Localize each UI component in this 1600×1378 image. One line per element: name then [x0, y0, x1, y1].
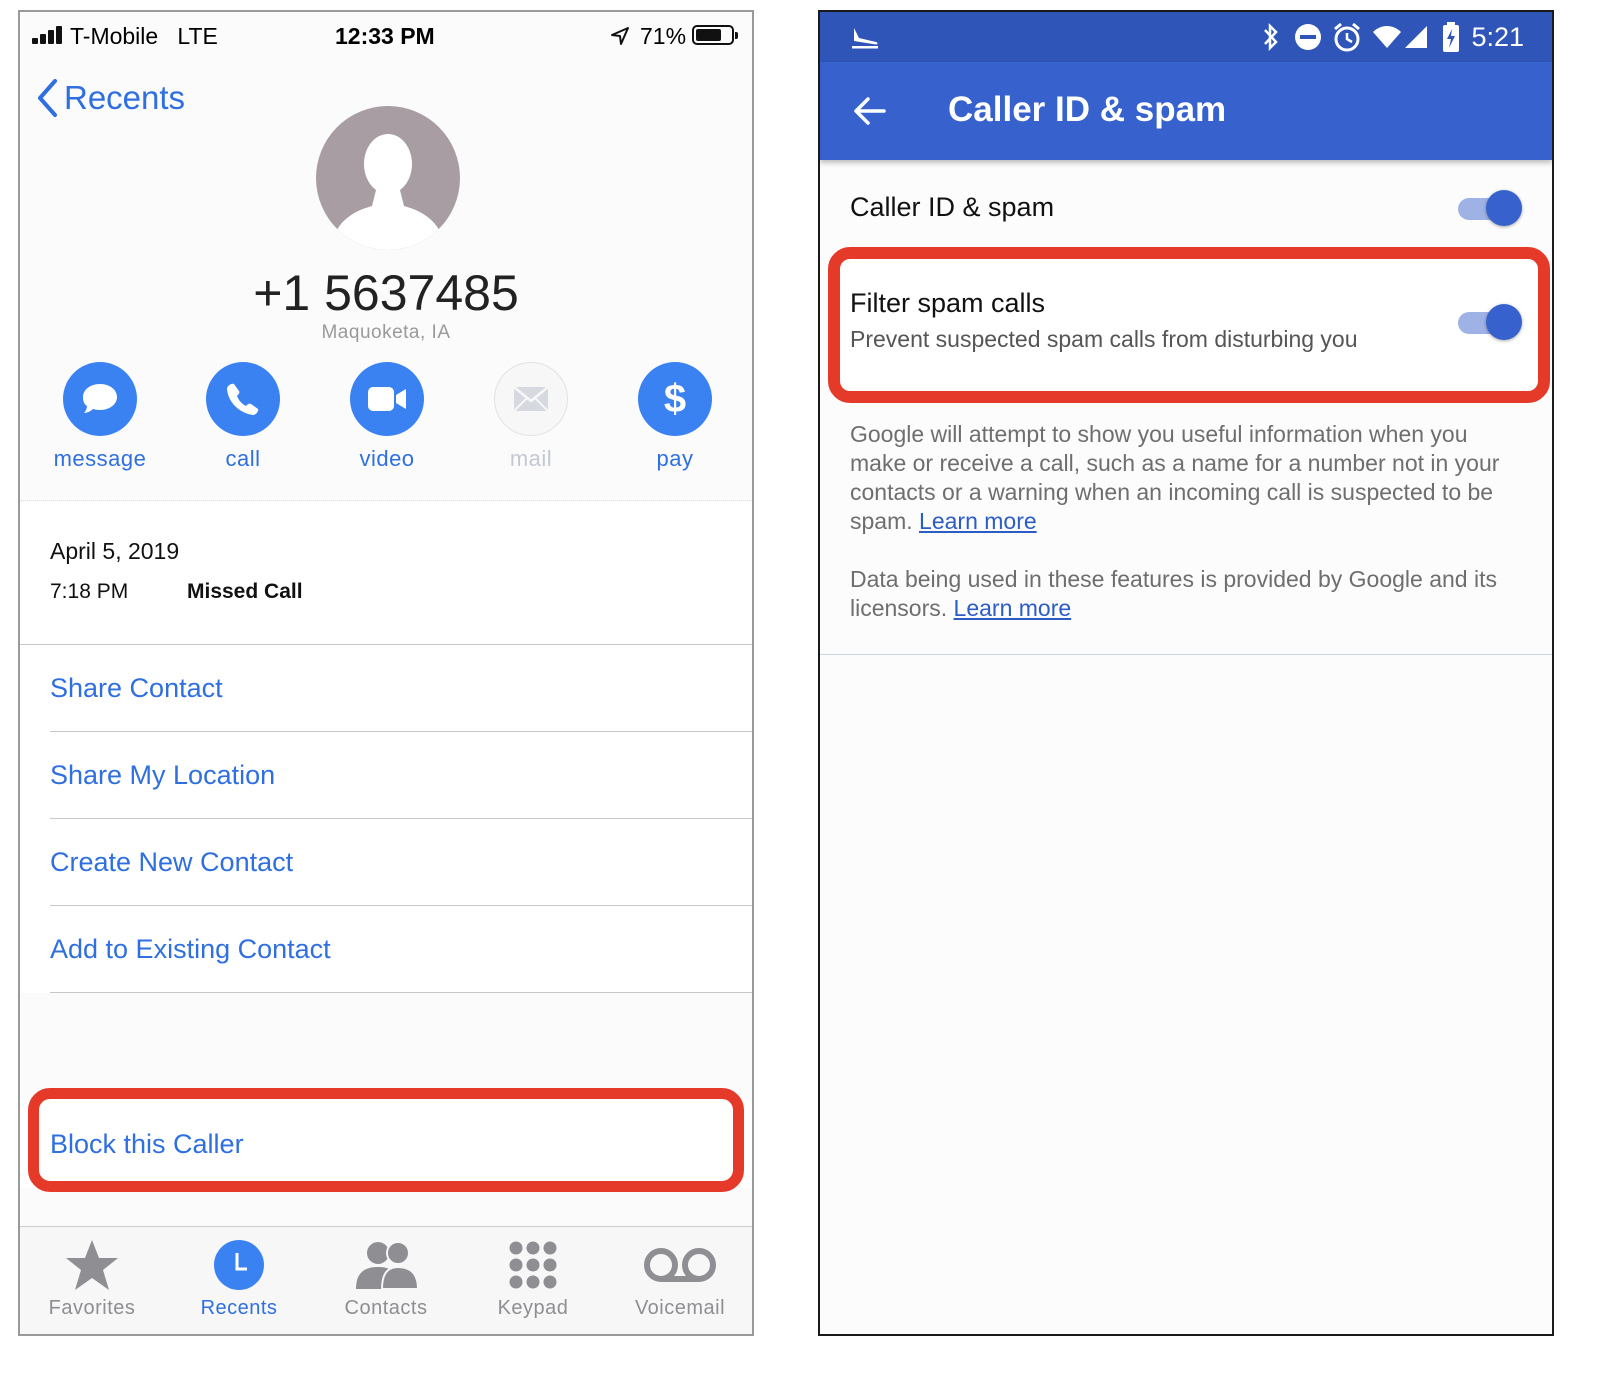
app-bar: Caller ID & spam	[820, 62, 1552, 160]
alarm-icon	[1334, 22, 1360, 52]
caller-id-toggle[interactable]	[1458, 188, 1522, 228]
tab-favorites[interactable]: Favorites	[32, 1235, 152, 1320]
battery-icon	[692, 25, 738, 45]
mail-label: mail	[509, 446, 553, 471]
contacts-icon	[356, 1241, 420, 1290]
tab-label: Favorites	[48, 1297, 136, 1319]
back-arrow-icon[interactable]	[850, 91, 890, 131]
contact-avatar	[316, 106, 460, 250]
create-new-contact-button[interactable]: Create New Contact	[20, 819, 752, 906]
message-icon	[63, 362, 137, 436]
ios-phone-screen: T-Mobile LTE 12:33 PM 71% Recents +1 563…	[18, 10, 754, 1336]
tab-contacts[interactable]: Contacts	[326, 1235, 446, 1320]
ios-tab-bar: Favorites Recents Contacts Keypad Voicem…	[20, 1226, 752, 1334]
bluetooth-icon	[1264, 23, 1278, 51]
back-to-recents-button[interactable]: Recents	[36, 76, 185, 120]
filter-spam-toggle[interactable]	[1458, 302, 1522, 342]
filter-spam-setting-row[interactable]: Filter spam calls Prevent suspected spam…	[838, 260, 1538, 390]
add-to-existing-contact-button[interactable]: Add to Existing Contact	[20, 906, 752, 993]
pay-label: pay	[656, 446, 694, 471]
tab-recents[interactable]: Recents	[179, 1235, 299, 1320]
call-action-button[interactable]: call	[188, 362, 298, 472]
divider	[20, 500, 752, 501]
video-icon	[350, 362, 424, 436]
person-silhouette-icon	[330, 134, 446, 250]
phone-icon	[206, 362, 280, 436]
carrier-label: T-Mobile LTE	[70, 23, 218, 49]
message-label: message	[53, 446, 147, 471]
share-contact-button[interactable]: Share Contact	[20, 644, 752, 732]
call-time: 7:18 PM	[50, 580, 129, 603]
signal-icon	[32, 26, 66, 44]
android-status-bar: 5:21	[820, 12, 1552, 62]
back-label: Recents	[64, 79, 186, 116]
block-caller-button[interactable]: Block this Caller	[20, 1100, 752, 1188]
call-label: call	[225, 446, 261, 471]
contact-phone-number: +1 5637485	[253, 265, 519, 321]
video-label: video	[359, 446, 415, 471]
tab-label: Contacts	[344, 1297, 428, 1319]
call-type: Missed Call	[187, 580, 303, 603]
filter-spam-subtitle: Prevent suspected spam calls from distur…	[850, 326, 1358, 352]
airplane-landing-icon	[852, 28, 878, 49]
do-not-disturb-icon	[1295, 24, 1321, 50]
star-icon	[66, 1240, 118, 1290]
mail-action-button[interactable]: mail	[476, 362, 586, 472]
share-my-location-button[interactable]: Share My Location	[20, 732, 752, 819]
call-history-card: April 5, 2019 7:18 PM Missed Call	[20, 502, 752, 644]
caller-id-label: Caller ID & spam	[850, 192, 1055, 222]
contact-location: Maquoketa, IA	[321, 322, 451, 343]
learn-more-link[interactable]: Learn more	[954, 595, 1072, 621]
caller-id-setting-row[interactable]: Caller ID & spam	[820, 162, 1552, 254]
tab-label: Recents	[200, 1297, 278, 1319]
tab-label: Keypad	[497, 1297, 569, 1319]
pay-action-button[interactable]: $ pay	[620, 362, 730, 472]
android-settings-screen: 5:21 Caller ID & spam Caller ID & spam F…	[818, 10, 1554, 1336]
battery-charging-icon	[1443, 22, 1459, 52]
contact-options-list: Share Contact Share My Location Create N…	[20, 644, 752, 993]
location-arrow-icon	[611, 27, 629, 45]
clock-icon	[214, 1240, 264, 1290]
message-action-button[interactable]: message	[45, 362, 155, 472]
learn-more-link[interactable]: Learn more	[919, 508, 1037, 534]
status-time: 5:21	[1471, 22, 1524, 52]
wifi-icon	[1373, 26, 1401, 48]
data-source-description: Data being used in these features is pro…	[850, 565, 1530, 623]
dollar-icon: $	[638, 362, 712, 436]
divider	[820, 654, 1552, 655]
video-action-button[interactable]: video	[332, 362, 442, 472]
cell-signal-icon	[1405, 26, 1427, 48]
ios-status-bar: T-Mobile LTE 12:33 PM 71%	[20, 12, 752, 62]
chevron-left-icon	[38, 79, 57, 117]
filter-spam-title: Filter spam calls	[850, 288, 1046, 318]
tab-voicemail[interactable]: Voicemail	[620, 1235, 740, 1320]
tab-keypad[interactable]: Keypad	[473, 1235, 593, 1320]
battery-percent: 71%	[640, 23, 687, 49]
description-text: Data being used in these features is pro…	[850, 566, 1497, 621]
page-title: Caller ID & spam	[948, 90, 1227, 129]
keypad-icon	[509, 1241, 557, 1289]
mail-icon	[494, 362, 568, 436]
caller-id-description: Google will attempt to show you useful i…	[850, 420, 1530, 536]
voicemail-icon	[644, 1248, 716, 1282]
tab-label: Voicemail	[634, 1297, 726, 1319]
call-date: April 5, 2019	[50, 538, 180, 564]
status-time: 12:33 PM	[335, 23, 435, 49]
